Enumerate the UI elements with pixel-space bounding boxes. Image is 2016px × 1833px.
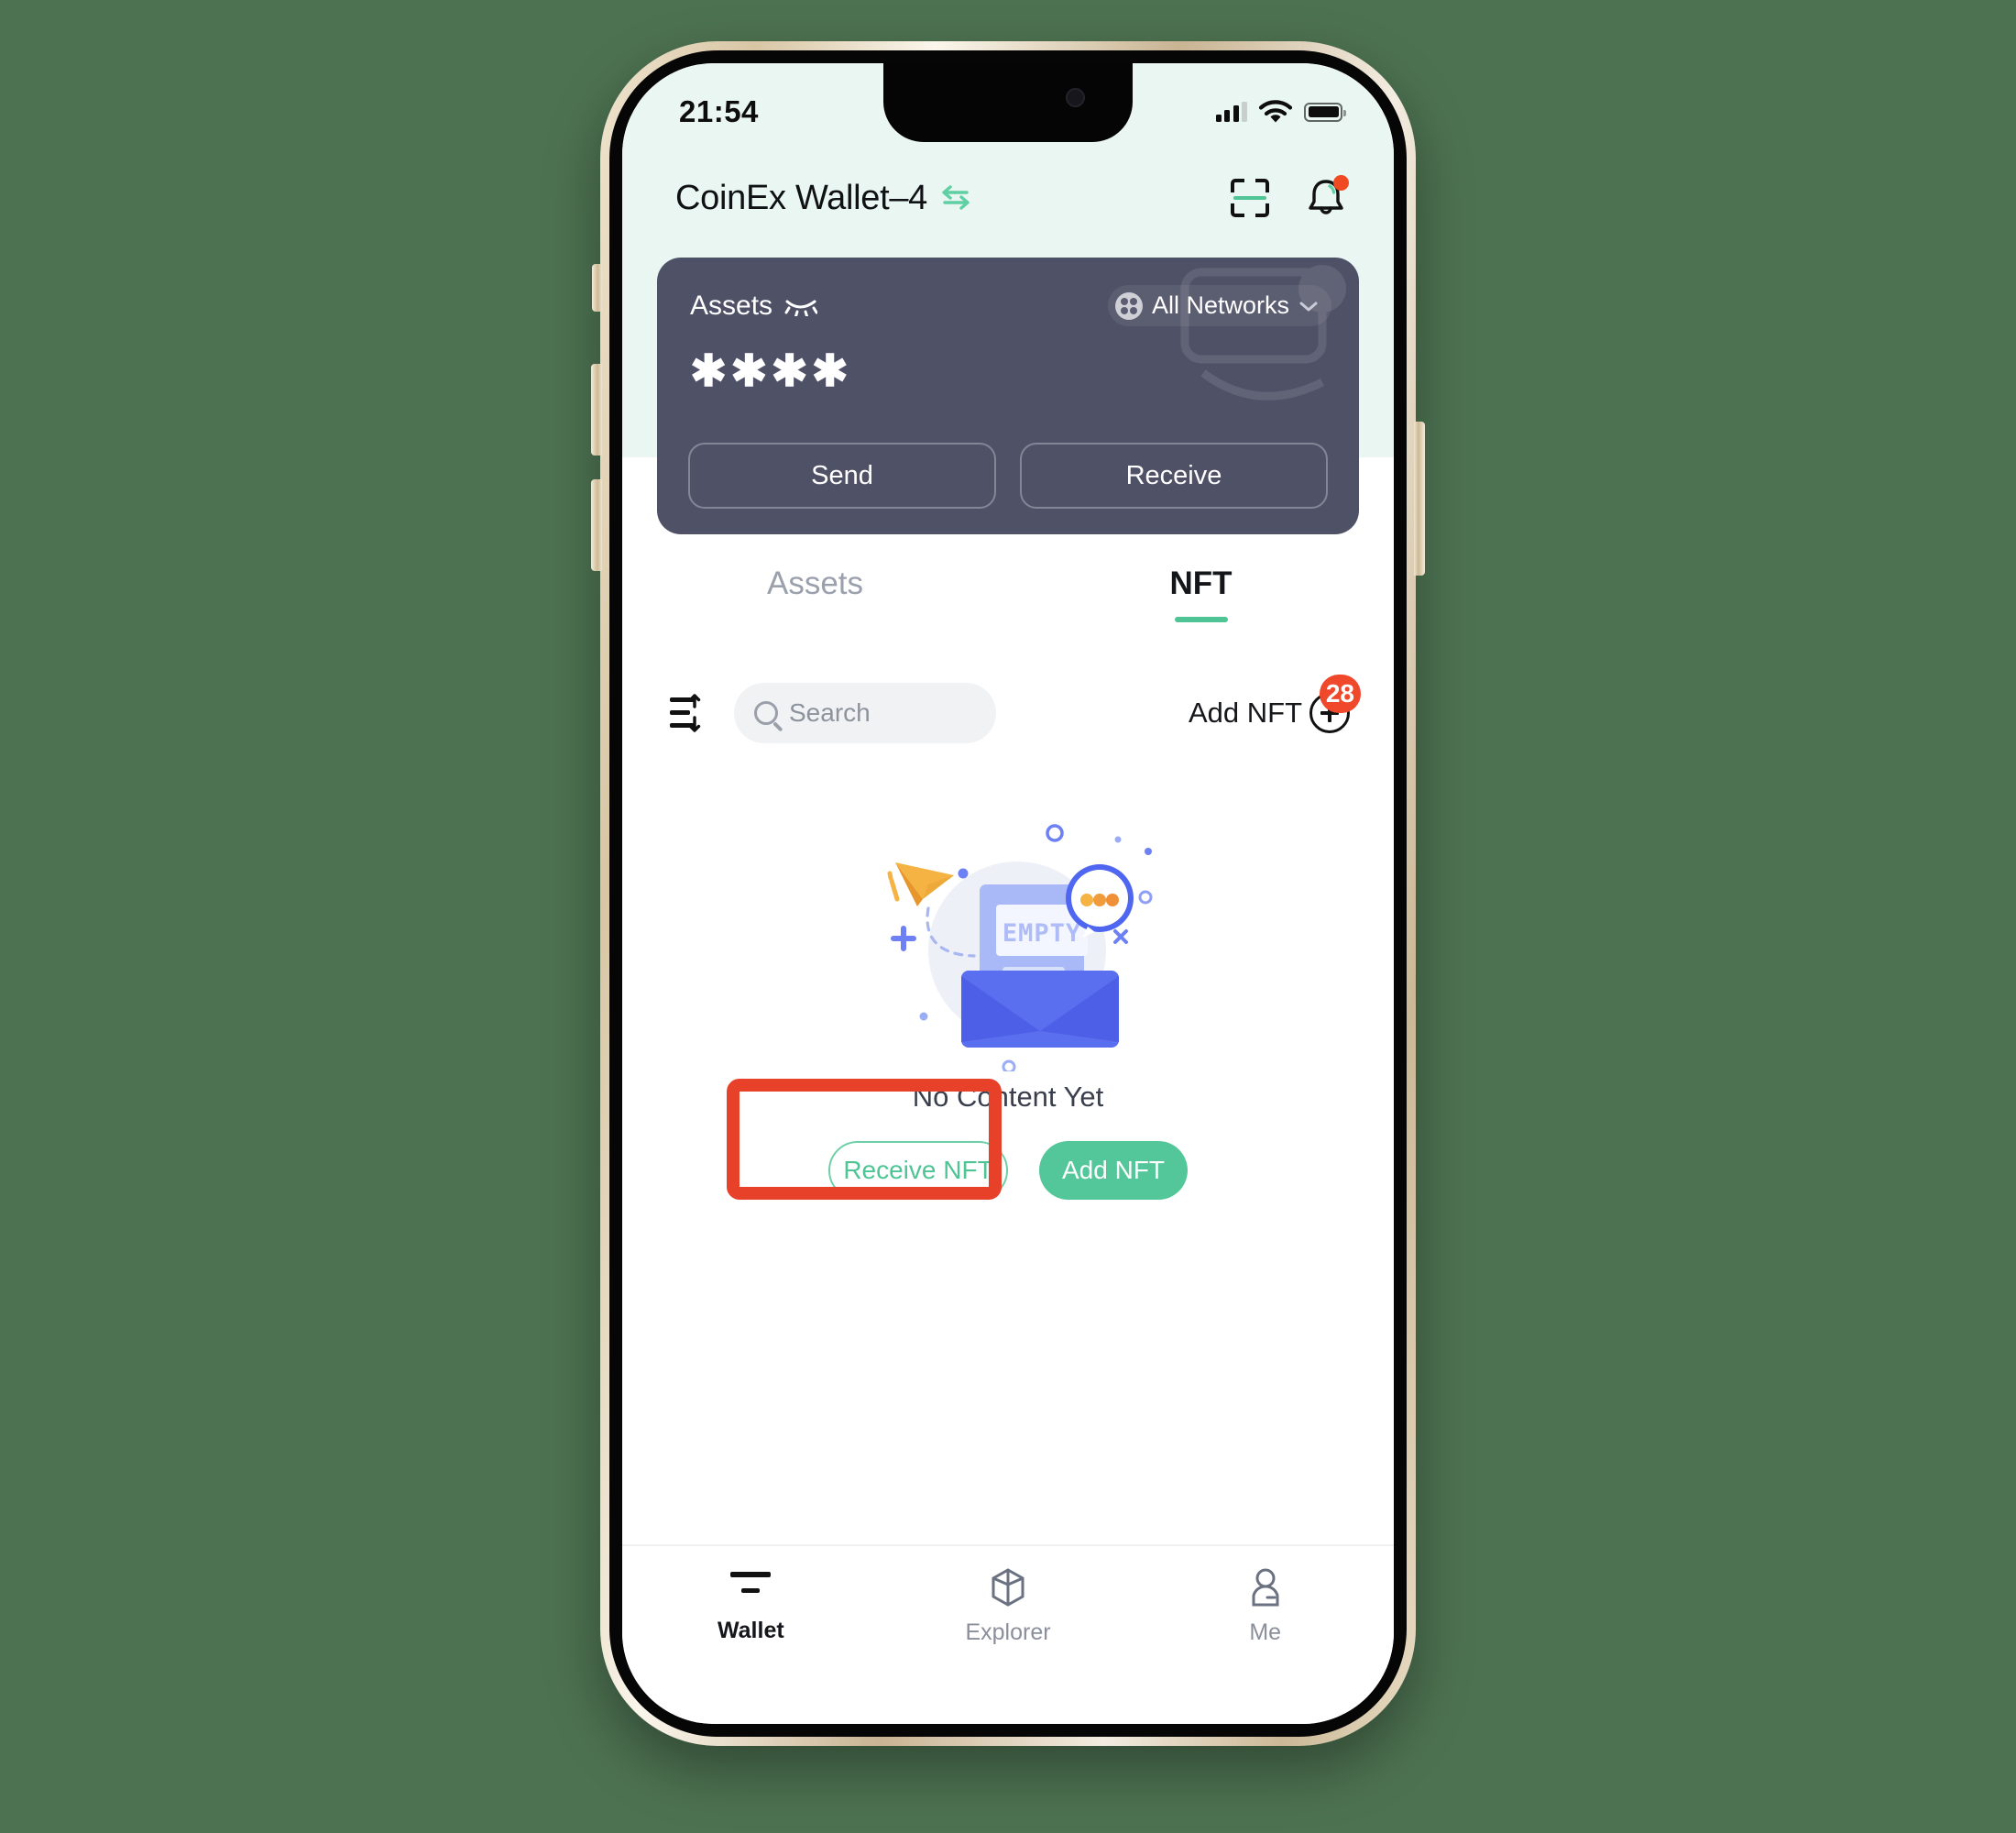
wifi-icon xyxy=(1259,100,1292,123)
card-actions: Send Receive xyxy=(688,443,1328,509)
nft-count-badge: 28 xyxy=(1319,675,1361,713)
front-camera-icon xyxy=(1066,88,1085,107)
header-actions xyxy=(1231,175,1349,219)
empty-state-actions: Receive NFT Add NFT xyxy=(828,1141,1188,1200)
nav-label-explorer: Explorer xyxy=(965,1619,1051,1645)
tab-assets[interactable]: Assets xyxy=(622,565,1008,644)
scan-qr-icon[interactable] xyxy=(1231,179,1269,217)
send-button[interactable]: Send xyxy=(688,443,996,509)
cellular-signal-icon xyxy=(1215,102,1247,122)
status-icons xyxy=(1215,100,1346,124)
eye-hidden-icon[interactable] xyxy=(784,296,818,316)
nav-item-explorer[interactable]: Explorer xyxy=(880,1566,1137,1646)
nav-label-wallet: Wallet xyxy=(717,1618,784,1643)
bell-icon[interactable] xyxy=(1306,175,1349,219)
switch-wallet-icon[interactable] xyxy=(941,184,972,212)
receive-button[interactable]: Receive xyxy=(1020,443,1328,509)
assets-card: Assets All Networks ✱✱✱✱ Send Receive xyxy=(657,258,1359,534)
nav-item-wallet[interactable]: Wallet xyxy=(622,1566,880,1644)
device-notch xyxy=(883,63,1133,142)
receive-nft-button[interactable]: Receive NFT xyxy=(828,1141,1008,1200)
phone-device: 21:54 CoinEx Wallet–4 Assets All Network… xyxy=(591,41,1425,1746)
empty-state: EMPTY No Content Yet Receive NFT Add NFT xyxy=(622,796,1394,1200)
empty-mailbox-illustration: EMPTY xyxy=(887,824,1153,1071)
assets-label: Assets xyxy=(690,290,773,321)
network-selector[interactable]: All Networks xyxy=(1107,285,1331,326)
assets-balance: ✱✱✱✱ xyxy=(690,347,852,396)
add-nft-toolbar-button[interactable]: Add NFT 28 xyxy=(1188,675,1361,733)
network-name: All Networks xyxy=(1151,291,1289,319)
volume-up-button[interactable] xyxy=(591,364,602,456)
battery-full-icon xyxy=(1304,102,1346,122)
tab-assets-label: Assets xyxy=(766,565,864,601)
status-time: 21:54 xyxy=(679,94,759,128)
nav-item-me[interactable]: Me xyxy=(1136,1566,1394,1646)
wallet-selector[interactable]: CoinEx Wallet–4 xyxy=(675,179,972,218)
wallet-icon xyxy=(729,1566,772,1607)
wallet-name: CoinEx Wallet–4 xyxy=(675,178,927,217)
bottom-navigation: Wallet Explorer Me xyxy=(622,1544,1394,1724)
tab-nft-label: NFT xyxy=(1169,565,1233,601)
tab-nft[interactable]: NFT xyxy=(1008,565,1394,644)
all-networks-icon xyxy=(1114,291,1143,320)
add-nft-button[interactable]: Add NFT xyxy=(1039,1141,1188,1200)
power-button[interactable] xyxy=(1414,422,1425,576)
app-header: CoinEx Wallet–4 xyxy=(622,159,1394,237)
search-input[interactable]: Search xyxy=(734,683,996,743)
cube-icon xyxy=(992,1568,1024,1607)
phone-screen: 21:54 CoinEx Wallet–4 Assets All Network… xyxy=(622,63,1394,1724)
empty-state-message: No Content Yet xyxy=(912,1081,1104,1113)
tab-underline xyxy=(1174,617,1228,622)
person-icon xyxy=(1252,1568,1279,1607)
assets-visibility-toggle[interactable]: Assets xyxy=(690,290,818,322)
add-nft-toolbar-label: Add NFT xyxy=(1188,697,1302,729)
assets-card-header: Assets All Networks xyxy=(690,285,1331,326)
nft-toolbar: Search Add NFT 28 xyxy=(670,675,1361,747)
volume-down-button[interactable] xyxy=(591,479,602,571)
search-icon xyxy=(754,701,778,725)
sort-icon[interactable] xyxy=(670,694,710,732)
notification-dot xyxy=(1333,175,1349,191)
content-tabs: Assets NFT xyxy=(622,565,1394,644)
nav-label-me: Me xyxy=(1249,1619,1282,1645)
svg-text:EMPTY: EMPTY xyxy=(1003,919,1081,948)
silent-switch-button[interactable] xyxy=(592,264,602,312)
chevron-down-icon xyxy=(1299,302,1318,311)
search-placeholder: Search xyxy=(789,698,871,727)
